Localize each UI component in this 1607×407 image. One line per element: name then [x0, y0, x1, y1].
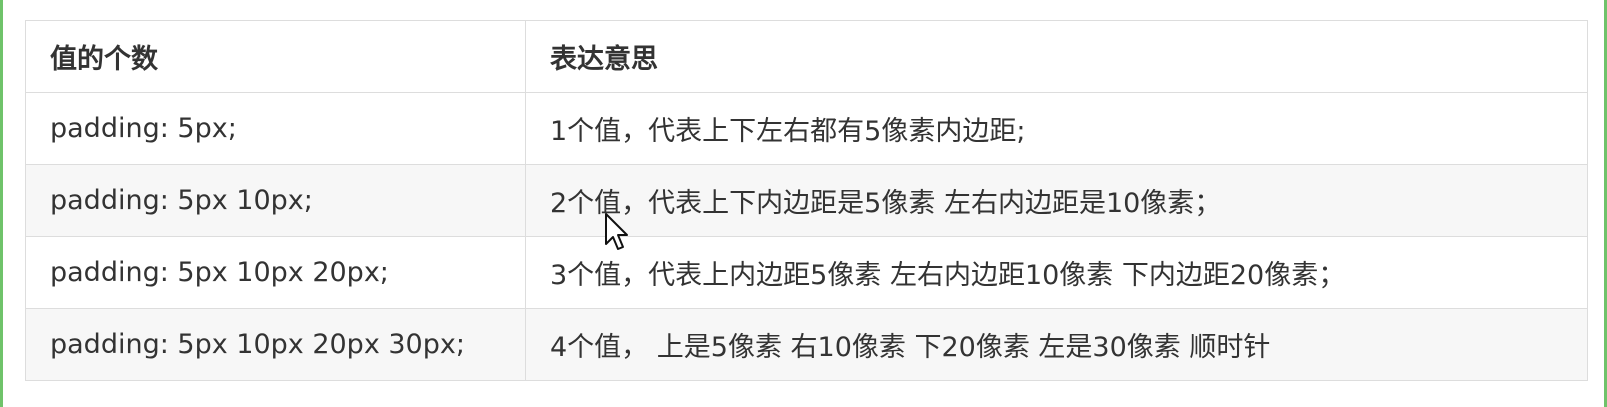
table-row: padding: 5px 10px 20px; 3个值，代表上内边距5像素 左右…	[25, 236, 1588, 309]
cell-css-value: padding: 5px 10px 20px;	[25, 236, 526, 309]
mouse-pointer-icon	[605, 213, 628, 250]
cell-css-value: padding: 5px;	[25, 92, 526, 165]
cell-meaning: 1个值，代表上下左右都有5像素内边距;	[525, 92, 1588, 165]
table-row: padding: 5px 10px; 2个值，代表上下内边距是5像素 左右内边距…	[25, 164, 1588, 237]
table-row: padding: 5px; 1个值，代表上下左右都有5像素内边距;	[25, 92, 1588, 165]
header-value-count: 值的个数	[25, 20, 526, 93]
table-row: padding: 5px 10px 20px 30px; 4个值， 上是5像素 …	[25, 308, 1588, 381]
frame-border-left	[0, 0, 3, 407]
cell-css-value: padding: 5px 10px;	[25, 164, 526, 237]
cell-meaning: 2个值，代表上下内边距是5像素 左右内边距是10像素；	[525, 164, 1588, 237]
table-header-row: 值的个数 表达意思	[25, 20, 1588, 93]
header-meaning: 表达意思	[525, 20, 1588, 93]
cell-meaning: 3个值，代表上内边距5像素 左右内边距10像素 下内边距20像素；	[525, 236, 1588, 309]
cell-css-value: padding: 5px 10px 20px 30px;	[25, 308, 526, 381]
cell-meaning: 4个值， 上是5像素 右10像素 下20像素 左是30像素 顺时针	[525, 308, 1588, 381]
padding-values-table: 值的个数 表达意思 padding: 5px; 1个值，代表上下左右都有5像素内…	[25, 20, 1588, 381]
